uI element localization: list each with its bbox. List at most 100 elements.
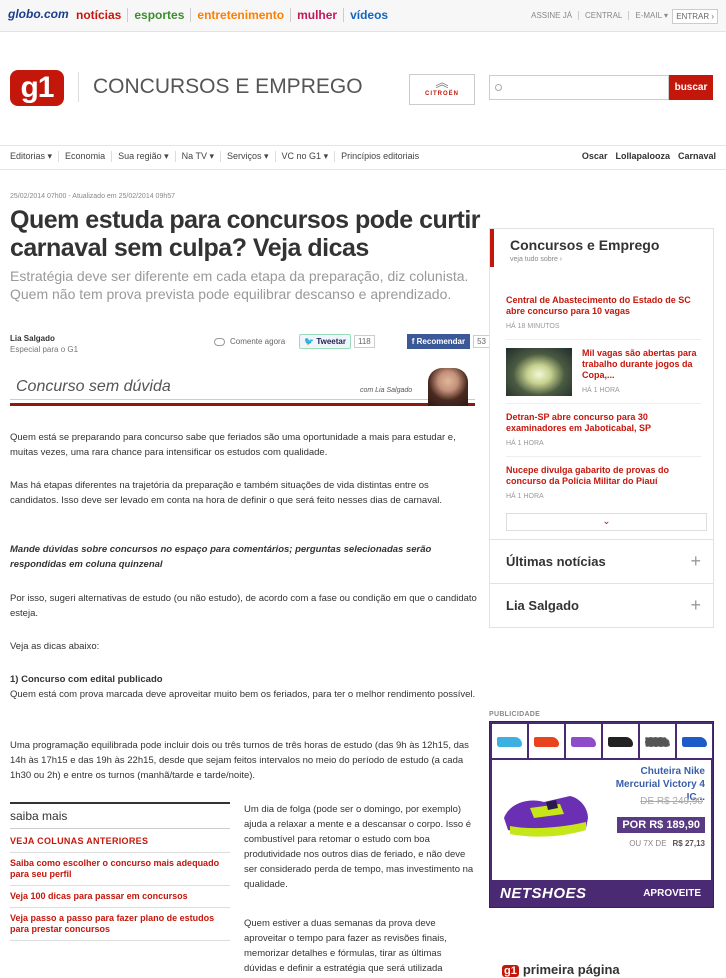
saiba-mais-link[interactable]: Veja 100 dicas para passar em concursos: [10, 886, 230, 908]
comment-link[interactable]: Comente agora: [230, 337, 285, 346]
news-item[interactable]: Central de Abastecimento do Estado de SC…: [506, 287, 701, 339]
ad-thumbnails: [492, 724, 714, 758]
accordion-label: Lia Salgado: [506, 598, 579, 613]
ad-thumb[interactable]: [603, 724, 638, 758]
related-news-header: Concursos e Emprego veja tudo sobre ›: [490, 229, 713, 267]
nav-lollapalooza[interactable]: Lollapalooza: [615, 151, 670, 161]
search-button[interactable]: buscar: [669, 75, 713, 100]
shoe-icon: [571, 737, 596, 747]
paragraph: Por isso, sugeri alternativas de estudo …: [10, 593, 477, 619]
accordion-ultimas-noticias[interactable]: Últimas notícias +: [489, 539, 714, 584]
search-input[interactable]: [490, 76, 668, 99]
globo-topbar: globo.com notícias esportes entretenimen…: [0, 0, 726, 32]
citroen-chevron-icon: ︽: [435, 75, 449, 90]
g1-logo[interactable]: g1: [10, 70, 64, 106]
channel-links: notícias esportes entretenimento mulher …: [70, 8, 394, 22]
accordion-label: Últimas notícias: [506, 554, 606, 569]
paragraph: Veja as dicas abaixo:: [10, 641, 100, 652]
news-item[interactable]: Detran-SP abre concurso para 30 examinad…: [506, 403, 701, 456]
tweet-button[interactable]: 🐦 Tweetar: [299, 334, 351, 349]
nav-sua-regiao[interactable]: Sua região ▾: [111, 151, 175, 162]
article-dateline: 25/02/2014 07h00 - Atualizado em 25/02/2…: [10, 193, 176, 200]
shoe-icon: [497, 737, 522, 747]
installments-label: OU 7X DE: [629, 839, 667, 848]
channel-entretenimento[interactable]: entretenimento: [190, 8, 290, 22]
ad-thumb[interactable]: [492, 724, 527, 758]
accordion-lia-salgado[interactable]: Lia Salgado +: [489, 583, 714, 628]
saiba-mais-link[interactable]: Veja passo a passo para fazer plano de e…: [10, 908, 230, 941]
section-title[interactable]: CONCURSOS E EMPREGO: [78, 72, 363, 102]
login-button[interactable]: ENTRAR ›: [672, 9, 718, 24]
news-list: Central de Abastecimento do Estado de SC…: [490, 287, 713, 509]
nav-highlights: Oscar Lollapalooza Carnaval: [574, 151, 716, 161]
channel-mulher[interactable]: mulher: [290, 8, 343, 22]
ad-thumb[interactable]: [677, 724, 712, 758]
shoe-image: [504, 796, 588, 837]
nav-principios[interactable]: Princípios editoriais: [334, 151, 425, 162]
primeira-pagina-header[interactable]: g1 primeira página: [502, 962, 620, 977]
author-box: Lia Salgado Especial para o G1: [10, 333, 78, 355]
nav-carnaval[interactable]: Carnaval: [678, 151, 716, 161]
related-news-title[interactable]: Concursos e Emprego: [510, 237, 713, 253]
saiba-mais-link[interactable]: Saiba como escolher o concurso mais adeq…: [10, 853, 230, 886]
nav-items: Editorias ▾ Economia Sua região ▾ Na TV …: [4, 151, 425, 162]
view-all-link[interactable]: veja tudo sobre ›: [510, 256, 713, 263]
channel-esportes[interactable]: esportes: [127, 8, 190, 22]
nav-na-tv[interactable]: Na TV ▾: [174, 151, 220, 162]
load-more-button[interactable]: ⌄: [506, 513, 707, 531]
primeira-pagina-label: primeira página: [522, 962, 620, 977]
paragraph: Quem está se preparando para concurso sa…: [10, 432, 456, 458]
ad-label: PUBLICIDADE: [489, 711, 541, 718]
nav-economia[interactable]: Economia: [58, 151, 111, 162]
netshoes-ad[interactable]: Chuteira Nike Mercurial Victory 4 IC... …: [489, 721, 714, 908]
news-item[interactable]: Mil vagas são abertas para trabalho dura…: [506, 339, 701, 403]
author-role: Especial para o G1: [10, 345, 79, 354]
saiba-mais-title: saiba mais: [10, 804, 230, 829]
paragraph: Um dia de folga (pode ser o domingo, por…: [244, 804, 474, 890]
search-box: [489, 75, 669, 100]
chevron-down-icon: ⌄: [602, 516, 611, 527]
share-bar: Comente agora 🐦 Tweetar 118 f Recomendar…: [214, 334, 491, 349]
saiba-mais-link[interactable]: VEJA COLUNAS ANTERIORES: [10, 829, 230, 853]
ad-cta-button[interactable]: APROVEITE: [643, 888, 701, 899]
sponsor-logo[interactable]: ︽ CITROËN: [409, 74, 475, 105]
ad-thumb[interactable]: [566, 724, 601, 758]
column-byline: com Lia Salgado: [360, 387, 413, 394]
netshoes-logo: NETSHOES: [500, 885, 587, 902]
central-link[interactable]: CENTRAL: [578, 11, 628, 20]
tweet-label: Tweetar: [316, 337, 346, 346]
plus-icon: +: [690, 551, 701, 571]
sponsor-brand: CITROËN: [425, 91, 459, 97]
recommend-label: Recomendar: [416, 337, 466, 346]
email-link[interactable]: E-MAIL ▾: [628, 11, 674, 20]
nav-servicos[interactable]: Serviços ▾: [220, 151, 275, 162]
column-banner: Concurso sem dúvida com Lia Salgado: [10, 368, 475, 406]
ad-thumb[interactable]: [640, 724, 675, 758]
nav-editorias[interactable]: Editorias ▾: [4, 151, 58, 162]
saiba-mais-box: saiba mais VEJA COLUNAS ANTERIORES Saiba…: [10, 802, 230, 941]
related-news-box: Concursos e Emprego veja tudo sobre › Ce…: [489, 228, 714, 540]
ad-installments: OU 7X DE R$ 27,13: [629, 839, 705, 848]
paragraph: Quem estiver a duas semanas da prova dev…: [244, 918, 447, 974]
news-time: HÁ 1 HORA: [506, 493, 544, 500]
ad-thumb[interactable]: [529, 724, 564, 758]
sidebar: Concursos e Emprego veja tudo sobre › Ce…: [489, 228, 714, 628]
news-item[interactable]: Nucepe divulga gabarito de provas do con…: [506, 456, 701, 509]
plus-icon: +: [690, 595, 701, 615]
nav-oscar[interactable]: Oscar: [582, 151, 608, 161]
shoe-icon: [682, 737, 707, 747]
news-title: Nucepe divulga gabarito de provas do con…: [506, 465, 670, 486]
news-time: HÁ 1 HORA: [582, 387, 620, 394]
author-name[interactable]: Lia Salgado: [10, 334, 55, 343]
facebook-recommend-button[interactable]: f Recomendar: [406, 334, 471, 349]
recommend-count: 53: [473, 335, 491, 348]
assine-link[interactable]: ASSINE JÁ: [525, 11, 578, 20]
top-links: ASSINE JÁ CENTRAL E-MAIL ▾: [525, 11, 674, 20]
main-nav: Editorias ▾ Economia Sua região ▾ Na TV …: [0, 145, 726, 170]
channel-noticias[interactable]: notícias: [70, 8, 127, 22]
installments-value: R$ 27,13: [672, 839, 705, 848]
globo-logo[interactable]: globo.com: [8, 7, 69, 21]
channel-videos[interactable]: vídeos: [343, 8, 394, 22]
banner-rule: [10, 399, 475, 400]
nav-vc-no-g1[interactable]: VC no G1 ▾: [274, 151, 335, 162]
